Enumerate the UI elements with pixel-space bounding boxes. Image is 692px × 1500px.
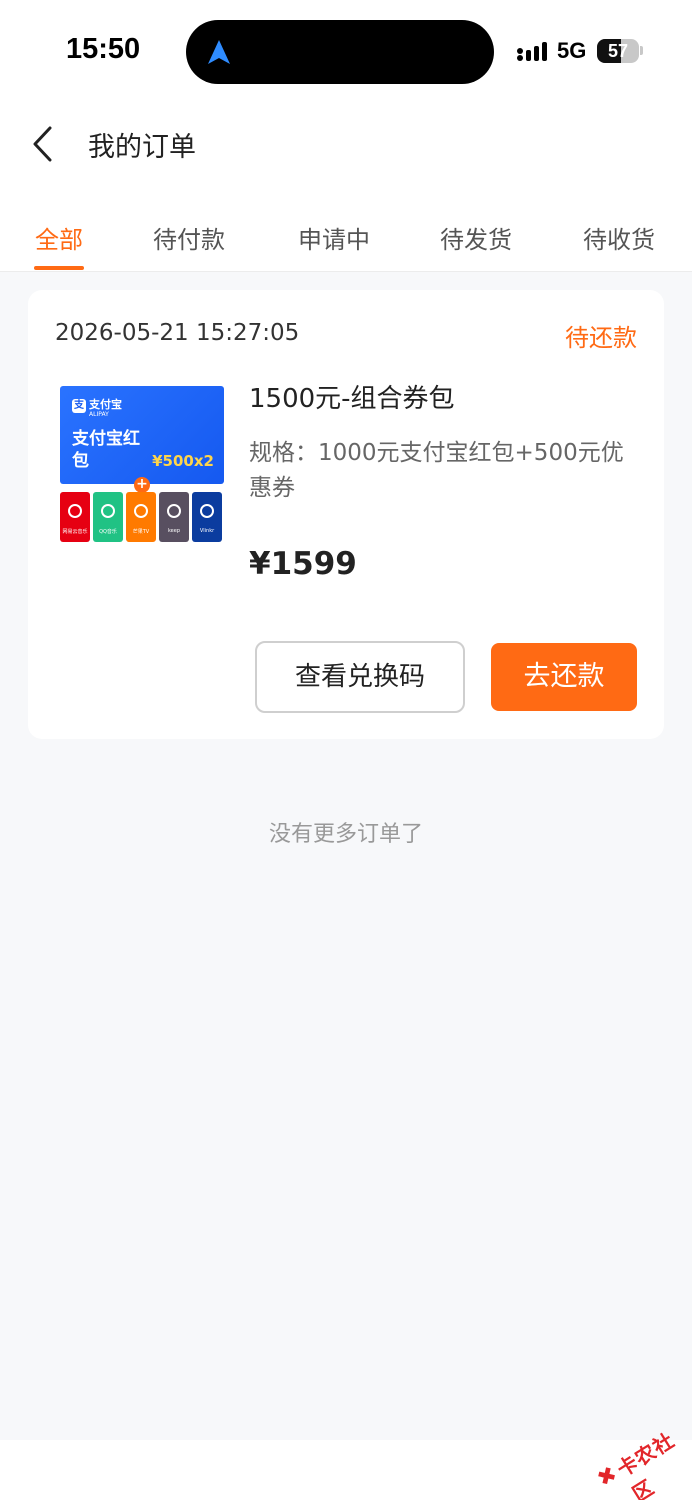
navigation-arrow-icon (208, 40, 230, 64)
plus-icon: + (134, 477, 150, 493)
alipay-brand: 支付宝 (89, 398, 122, 411)
battery-icon: 57 (597, 39, 639, 63)
tile-mango-tv: 芒果TV (126, 492, 156, 542)
product-name[interactable]: 1500元-组合券包 (249, 378, 455, 415)
order-tabs: 全部 待付款 申请中 待发货 待收货 (0, 182, 692, 272)
dynamic-island (186, 20, 494, 84)
battery-percent: 57 (607, 41, 629, 61)
cellular-signal-icon (517, 42, 547, 61)
order-status: 待还款 (565, 324, 637, 352)
tile-label: 芒果TV (132, 529, 150, 535)
tile-qq-music: QQ音乐 (93, 492, 123, 542)
alipay-logo-icon: 支 (72, 399, 86, 413)
thumbnail-title: 支付宝红包 (72, 429, 140, 471)
product-spec: 规格：1000元支付宝红包+500元优惠券 (249, 440, 624, 501)
tab-pending-receipt[interactable]: 待收货 (583, 220, 655, 255)
tab-all[interactable]: 全部 (35, 220, 83, 255)
tile-label: QQ音乐 (99, 529, 117, 535)
alipay-logo: 支支付宝 ALIPAY (72, 396, 122, 418)
active-tab-indicator (34, 266, 84, 270)
tile-netease-music: 网易云音乐 (60, 492, 90, 542)
tab-applying[interactable]: 申请中 (298, 220, 370, 255)
chevron-left-icon (33, 126, 52, 162)
network-type: 5G (557, 38, 587, 63)
status-time: 15:50 (66, 33, 141, 65)
no-more-orders-text: 没有更多订单了 (268, 822, 423, 847)
mango-tv-icon (134, 504, 148, 518)
order-card[interactable]: 2026-05-21 15:27:05 待还款 支支付宝 ALIPAY 支付宝红… (28, 290, 664, 739)
netease-music-icon (68, 504, 82, 518)
repay-button[interactable]: 去还款 (491, 643, 637, 711)
keep-icon (167, 504, 181, 518)
tile-label: Vlinkr (199, 528, 215, 534)
page-header: 我的订单 (0, 104, 692, 182)
status-bar: 15:50 5G 57 (0, 0, 692, 104)
tab-pending-shipment[interactable]: 待发货 (440, 220, 512, 255)
tile-label: keep (167, 528, 181, 534)
vlinkr-icon (200, 504, 214, 518)
battery-cap (640, 46, 643, 55)
tile-keep: keep (159, 492, 189, 542)
product-thumbnail[interactable]: 支支付宝 ALIPAY 支付宝红包 ¥500x2 + 网易云音乐 QQ音乐 芒果… (60, 386, 224, 544)
alipay-brand-sub: ALIPAY (89, 411, 109, 418)
back-button[interactable] (26, 122, 62, 166)
order-time: 2026-05-21 15:27:05 (55, 320, 300, 346)
thumbnail-amount: ¥500x2 (152, 452, 214, 470)
tile-vlinkr: Vlinkr (192, 492, 222, 542)
page-title: 我的订单 (88, 132, 196, 163)
product-price: ¥1599 (249, 546, 357, 582)
alipay-banner: 支支付宝 ALIPAY 支付宝红包 ¥500x2 (60, 386, 224, 484)
tab-pending-payment[interactable]: 待付款 (153, 220, 225, 255)
view-redeem-code-button[interactable]: 查看兑换码 (255, 641, 465, 713)
qq-music-icon (101, 504, 115, 518)
tile-label: 网易云音乐 (62, 529, 88, 535)
